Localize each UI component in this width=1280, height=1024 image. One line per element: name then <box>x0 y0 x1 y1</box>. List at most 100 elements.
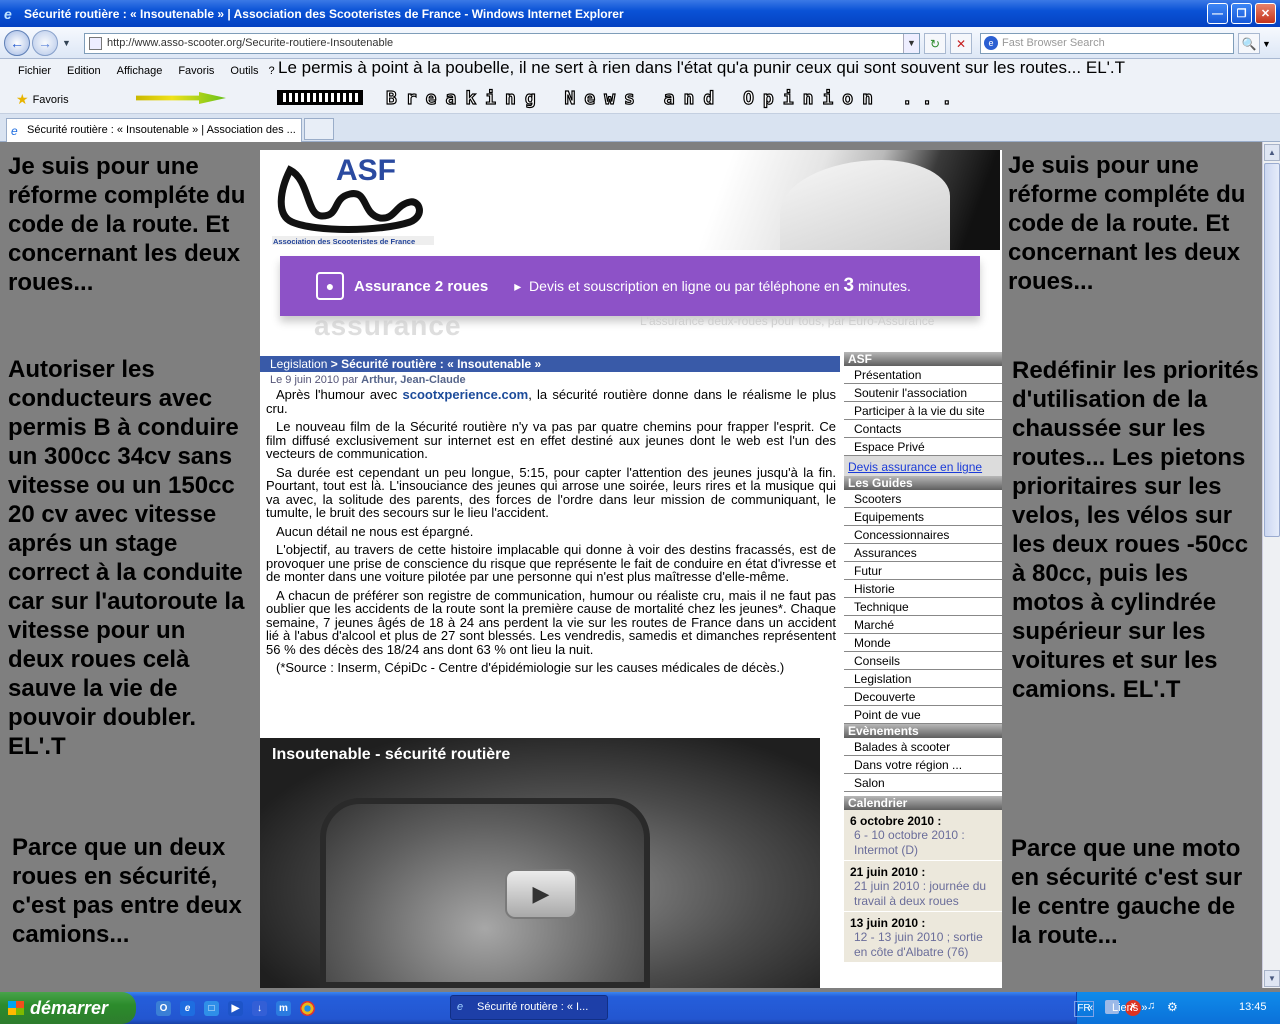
paragraph-7: (*Source : Inserm, CépiDc - Centre d'épi… <box>276 660 785 675</box>
sidebar-item-monde[interactable]: Monde <box>844 634 1002 652</box>
paragraph-5: L'objectif, au travers de cette histoire… <box>266 542 836 584</box>
minimize-button[interactable]: — <box>1207 3 1228 24</box>
paragraph-3: Sa durée est cependant un peu longue, 5:… <box>266 464 836 520</box>
links-toolbar[interactable]: Liens » <box>1112 1002 1147 1014</box>
links-expand-icon: » <box>1141 1002 1148 1014</box>
search-options-icon[interactable]: ▼ <box>1262 39 1271 49</box>
search-placeholder: Fast Browser Search <box>1002 37 1105 49</box>
menu-favoris[interactable]: Favoris <box>170 65 222 77</box>
menu-outils[interactable]: Outils <box>222 65 266 77</box>
sidebar-item-region[interactable]: Dans votre région ... <box>844 756 1002 774</box>
paragraph-1: Après l'humour avec scootxperience.com, … <box>266 387 836 416</box>
tab-active[interactable]: e Sécurité routière : « Insoutenable » |… <box>6 118 302 142</box>
restore-button[interactable]: ❐ <box>1231 3 1252 24</box>
promo-number: 3 <box>843 275 855 296</box>
calendar-entry[interactable]: 21 juin 2010 : 21 juin 2010 : journée du… <box>844 861 1002 912</box>
sidebar-item-equipements[interactable]: Equipements <box>844 508 1002 526</box>
search-button[interactable]: 🔍 <box>1238 33 1260 54</box>
sidebar-item-marche[interactable]: Marché <box>844 616 1002 634</box>
sidebar-item-soutenir[interactable]: Soutenir l'association <box>844 384 1002 402</box>
menu-affichage[interactable]: Affichage <box>109 65 171 77</box>
tray-app-icon[interactable]: ⚙ <box>1167 1000 1178 1014</box>
sidebar-item-concessionnaires[interactable]: Concessionnaires <box>844 526 1002 544</box>
sidebar-item-presentation[interactable]: Présentation <box>844 366 1002 384</box>
bike-icon: ● <box>316 272 344 300</box>
video-still <box>320 798 650 988</box>
address-dropdown-icon[interactable]: ▼ <box>903 34 919 53</box>
app-icon[interactable]: ↓ <box>252 1001 267 1016</box>
outlook-icon[interactable]: O <box>156 1001 171 1016</box>
sidebar-item-balades[interactable]: Balades à scooter <box>844 738 1002 756</box>
sidebar-item-contacts[interactable]: Contacts <box>844 420 1002 438</box>
chrome-icon[interactable] <box>300 1001 315 1016</box>
devis-link[interactable]: Devis assurance en ligne <box>844 456 1002 476</box>
sidebar-item-assurances[interactable]: Assurances <box>844 544 1002 562</box>
breadcrumb-section[interactable]: Legislation <box>270 357 327 371</box>
video-player[interactable]: Insoutenable - sécurité routière ▶ <box>260 738 820 988</box>
taskbar-item-label: Sécurité routière : « I... <box>477 1001 589 1013</box>
desktop-icon[interactable]: □ <box>204 1001 219 1016</box>
calendar-entry[interactable]: 13 juin 2010 : 12 - 13 juin 2010 ; sorti… <box>844 912 1002 963</box>
forward-button[interactable]: → <box>32 30 58 56</box>
close-button[interactable]: ✕ <box>1255 3 1276 24</box>
paragraph-4: Aucun détail ne nous est épargné. <box>276 523 474 539</box>
refresh-icon[interactable]: ↻ <box>924 33 946 54</box>
navigation-bar: ← → ▼ http://www.asso-scooter.org/Securi… <box>0 27 1280 59</box>
messenger-icon[interactable]: m <box>276 1001 291 1016</box>
tab-ie-icon: e <box>11 124 18 138</box>
play-icon[interactable]: ▶ <box>505 869 577 919</box>
scrollbar-thumb[interactable] <box>1264 163 1280 537</box>
sidebar-item-scooters[interactable]: Scooters <box>844 490 1002 508</box>
sidebar-item-decouverte[interactable]: Decouverte <box>844 688 1002 706</box>
window-titlebar[interactable]: e Sécurité routière : « Insoutenable » |… <box>0 0 1280 27</box>
article: Legislation > Sécurité routière : « Inso… <box>260 356 840 680</box>
byline-authors[interactable]: Arthur, Jean-Claude <box>361 374 466 386</box>
sidebar-item-conseils[interactable]: Conseils <box>844 652 1002 670</box>
insurance-promo-banner[interactable]: ● Assurance 2 roues ▸ Devis et souscript… <box>280 256 980 316</box>
media-icon[interactable]: ▶ <box>228 1001 243 1016</box>
scroll-up-icon[interactable]: ▲ <box>1264 144 1280 161</box>
scootxperience-link[interactable]: scootxperience.com <box>403 387 529 402</box>
taskbar-ie-window[interactable]: e Sécurité routière : « I... <box>450 995 608 1020</box>
back-button[interactable]: ← <box>4 30 30 56</box>
tab-bar: e Sécurité routière : « Insoutenable » |… <box>0 114 1280 142</box>
page-icon <box>89 37 102 50</box>
language-indicator[interactable]: FR <box>1074 1001 1094 1017</box>
volume-icon[interactable]: ♫ <box>1147 1000 1155 1012</box>
clock[interactable]: 13:45 <box>1239 1001 1267 1013</box>
ie-quicklaunch-icon[interactable]: e <box>180 1001 195 1016</box>
breaking-news-banner: Breaking News and Opinion ... <box>385 87 962 109</box>
h-decoration-icon <box>277 90 363 105</box>
calendar-entry[interactable]: 6 octobre 2010 : 6 - 10 octobre 2010 : I… <box>844 810 1002 861</box>
vertical-scrollbar[interactable]: ▲ ▼ <box>1262 142 1280 988</box>
history-dropdown-icon[interactable]: ▼ <box>62 38 71 48</box>
asf-logo[interactable]: ASF Association des Scooteristes de Fran… <box>270 150 438 250</box>
site-banner: ASF Association des Scooteristes de Fran… <box>260 150 1002 250</box>
sidebar-item-point-de-vue[interactable]: Point de vue <box>844 706 1002 724</box>
start-button[interactable]: démarrer <box>0 992 136 1024</box>
menu-fichier[interactable]: Fichier <box>10 65 59 77</box>
sidebar-item-futur[interactable]: Futur <box>844 562 1002 580</box>
menu-help[interactable]: ? <box>267 65 277 77</box>
ie-icon: e <box>4 5 12 22</box>
sidebar-item-technique[interactable]: Technique <box>844 598 1002 616</box>
breadcrumb: Legislation > Sécurité routière : « Inso… <box>260 356 840 372</box>
video-title: Insoutenable - sécurité routière <box>272 746 511 763</box>
sidebar-item-salon[interactable]: Salon <box>844 774 1002 792</box>
sidebar-item-espace-prive[interactable]: Espace Privé <box>844 438 1002 456</box>
new-tab-button[interactable] <box>304 118 334 140</box>
star-icon: ★ <box>16 91 29 107</box>
start-label: démarrer <box>30 997 109 1018</box>
scroll-down-icon[interactable]: ▼ <box>1264 970 1280 987</box>
sidebar-item-participer[interactable]: Participer à la vie du site <box>844 402 1002 420</box>
favorites-button[interactable]: ★ Favoris <box>16 91 69 108</box>
system-tray: « ✗ ♫ ⚙ 13:45 <box>1076 992 1280 1024</box>
right-opinion-3: Parce que une moto en sécurité c'est sur… <box>1011 835 1243 949</box>
search-input[interactable]: e Fast Browser Search <box>980 33 1234 54</box>
address-bar[interactable]: http://www.asso-scooter.org/Securite-rou… <box>84 33 920 54</box>
stop-icon[interactable]: ✕ <box>950 33 972 54</box>
sidebar-item-legislation[interactable]: Legislation <box>844 670 1002 688</box>
menu-edition[interactable]: Edition <box>59 65 109 77</box>
sidebar-item-historie[interactable]: Historie <box>844 580 1002 598</box>
breadcrumb-title: Sécurité routière : « Insoutenable » <box>341 357 542 371</box>
